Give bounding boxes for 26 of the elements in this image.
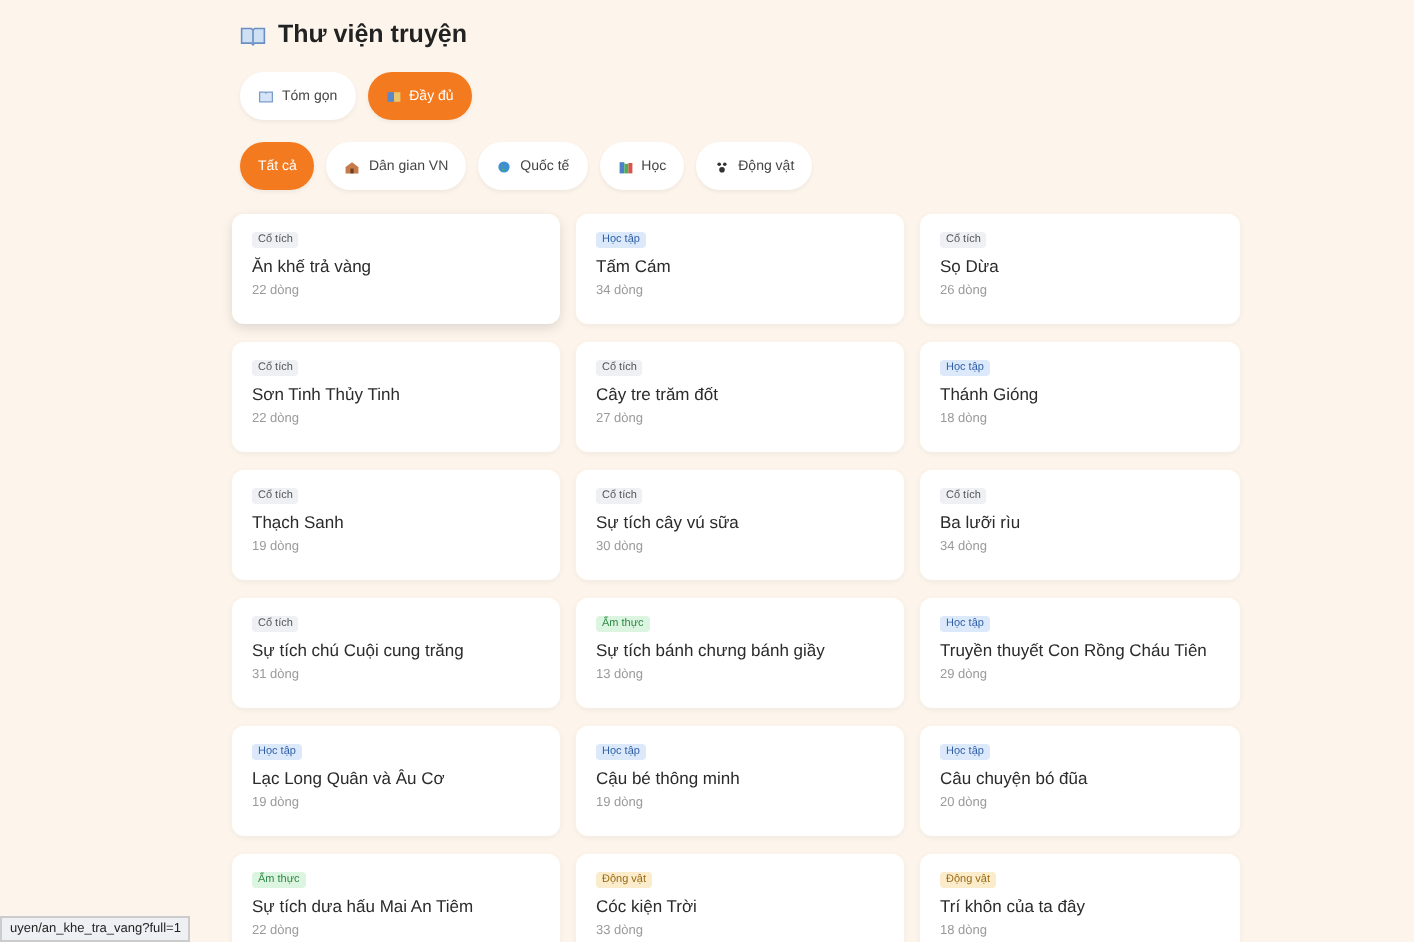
- books-icon: [617, 159, 634, 173]
- globe-icon: [496, 159, 513, 173]
- story-title: Tấm Cám: [596, 256, 671, 276]
- story-title: Truyền thuyết Con Rồng Cháu Tiên: [940, 640, 1207, 660]
- paw-icon: [714, 159, 731, 173]
- story-title: Sọ Dừa: [940, 256, 999, 276]
- story-title: Ba lưỡi rìu: [940, 512, 1021, 532]
- story-title: Trí khôn của ta đây: [940, 896, 1085, 916]
- book-icon: [258, 89, 274, 103]
- books-icon: [385, 89, 402, 103]
- story-title: Cậu bé thông minh: [596, 768, 740, 788]
- story-title: Câu chuyện bó đũa: [940, 768, 1088, 788]
- story-title: Sự tích bánh chưng bánh giầy: [596, 640, 825, 660]
- story-title: Sơn Tinh Thủy Tinh: [252, 384, 400, 404]
- story-title: Cóc kiện Trời: [596, 896, 697, 916]
- house-icon: [344, 159, 361, 173]
- story-title: Sự tích cây vú sữa: [596, 512, 739, 532]
- story-title: Lạc Long Quân và Âu Cơ: [252, 768, 445, 788]
- story-title: Thạch Sanh: [252, 512, 344, 532]
- story-title: Sự tích chú Cuội cung trăng: [252, 640, 464, 660]
- story-title: Cây tre trăm đốt: [596, 384, 718, 404]
- page-title: Thư viện truyện: [278, 20, 467, 48]
- story-title: Sự tích dưa hấu Mai An Tiêm: [252, 896, 474, 916]
- story-title: Ăn khế trả vàng: [252, 256, 372, 276]
- book-icon: [240, 23, 266, 45]
- story-title: Thánh Gióng: [940, 384, 1039, 404]
